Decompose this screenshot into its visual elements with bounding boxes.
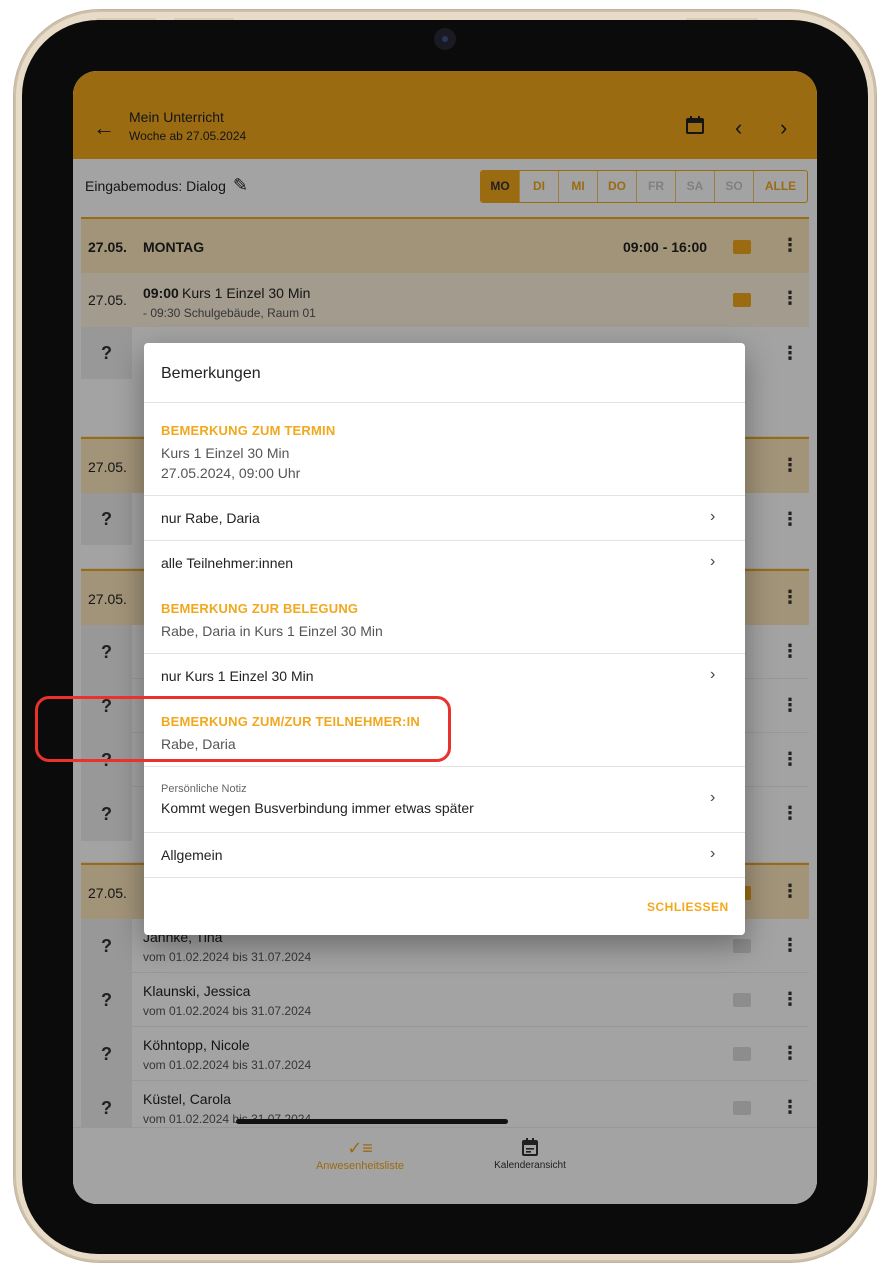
- item-label: nur Kurs 1 Einzel 30 Min: [161, 668, 314, 684]
- home-indicator: [236, 1119, 508, 1124]
- termin-course: Kurs 1 Einzel 30 Min: [161, 445, 290, 461]
- dialog-title: Bemerkungen: [161, 365, 261, 382]
- highlight-annotation: [35, 696, 451, 762]
- remark-item-only-participant[interactable]: nur Rabe, Daria ›: [144, 496, 745, 540]
- chevron-right-icon: ›: [710, 789, 716, 806]
- remark-item-general[interactable]: Allgemein ›: [144, 833, 745, 877]
- remark-item-only-course[interactable]: nur Kurs 1 Einzel 30 Min ›: [144, 654, 745, 698]
- personal-note-value: Kommt wegen Busverbindung immer etwas sp…: [161, 800, 474, 816]
- remarks-dialog: Bemerkungen BEMERKUNG ZUM TERMIN Kurs 1 …: [144, 343, 745, 935]
- chevron-right-icon: ›: [710, 845, 716, 862]
- section-heading-termin: BEMERKUNG ZUM TERMIN: [161, 423, 336, 438]
- front-camera: [434, 28, 456, 50]
- divider: [144, 877, 745, 878]
- item-label: alle Teilnehmer:innen: [161, 555, 294, 571]
- section-heading-belegung: BEMERKUNG ZUR BELEGUNG: [161, 601, 359, 616]
- remark-item-all-participants[interactable]: alle Teilnehmer:innen ›: [144, 541, 745, 585]
- app-screen: ← Mein Unterricht Woche ab 27.05.2024 ‹ …: [73, 71, 817, 1204]
- chevron-right-icon: ›: [710, 666, 716, 683]
- remark-item-personal-note[interactable]: Persönliche Notiz Kommt wegen Busverbind…: [144, 767, 745, 832]
- item-label: nur Rabe, Daria: [161, 510, 260, 526]
- item-label: Allgemein: [161, 847, 223, 863]
- chevron-right-icon: ›: [710, 553, 716, 570]
- chevron-right-icon: ›: [710, 508, 716, 525]
- termin-datetime: 27.05.2024, 09:00 Uhr: [161, 465, 301, 481]
- personal-note-label: Persönliche Notiz: [161, 783, 247, 795]
- close-button[interactable]: SCHLIESSEN: [647, 900, 729, 914]
- divider: [144, 402, 745, 403]
- belegung-info: Rabe, Daria in Kurs 1 Einzel 30 Min: [161, 623, 383, 639]
